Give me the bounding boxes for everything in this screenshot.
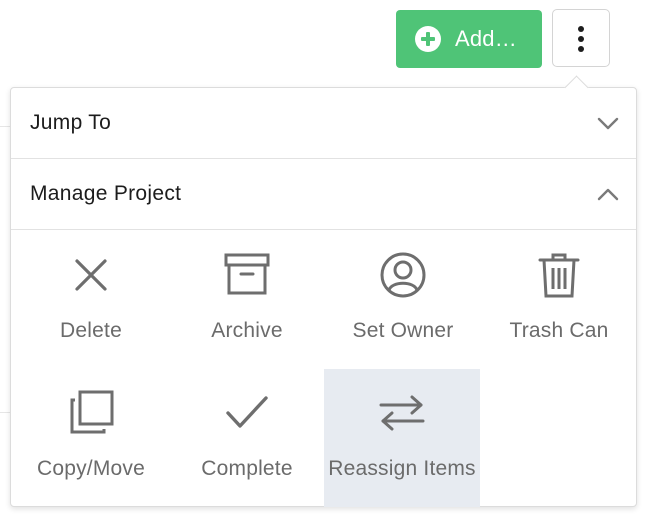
action-copy-move[interactable]: Copy/Move [13, 369, 169, 507]
action-label: Copy/Move [36, 457, 145, 480]
archive-box-icon [224, 253, 270, 295]
chevron-up-icon [597, 188, 619, 201]
project-actions-menu: Jump To Manage Project Delete Archive Se… [10, 87, 637, 507]
action-set-owner[interactable]: Set Owner [325, 231, 481, 369]
page: Add… Jump To Manage Project Delete Archi… [0, 0, 646, 520]
action-label: Archive [211, 319, 283, 342]
background-divider [0, 412, 10, 413]
section-manage-project[interactable]: Manage Project [11, 159, 636, 229]
more-options-button[interactable] [552, 9, 610, 67]
user-circle-icon [380, 252, 426, 298]
action-label: Set Owner [352, 319, 454, 342]
section-divider [11, 229, 636, 230]
add-button[interactable]: Add… [396, 10, 542, 68]
action-reassign-items[interactable]: Reassign Items [324, 369, 480, 507]
section-jump-to[interactable]: Jump To [11, 88, 636, 158]
plus-circle-icon [415, 26, 441, 52]
swap-arrows-icon [379, 395, 425, 431]
action-complete[interactable]: Complete [169, 369, 325, 507]
action-label: Reassign Items [328, 457, 476, 480]
close-x-icon [75, 259, 107, 291]
section-title: Jump To [30, 111, 112, 134]
section-title: Manage Project [30, 182, 182, 205]
action-trash-can[interactable]: Trash Can [481, 231, 637, 369]
action-archive[interactable]: Archive [169, 231, 325, 369]
trash-can-icon [538, 253, 580, 298]
action-label: Delete [60, 319, 122, 342]
checkmark-icon [226, 396, 268, 428]
background-divider [0, 126, 10, 127]
add-button-label: Add… [455, 26, 517, 51]
copy-icon [70, 390, 114, 434]
action-label: Trash Can [509, 319, 609, 342]
chevron-down-icon [597, 117, 619, 130]
action-label: Complete [201, 457, 293, 480]
action-delete[interactable]: Delete [13, 231, 169, 369]
